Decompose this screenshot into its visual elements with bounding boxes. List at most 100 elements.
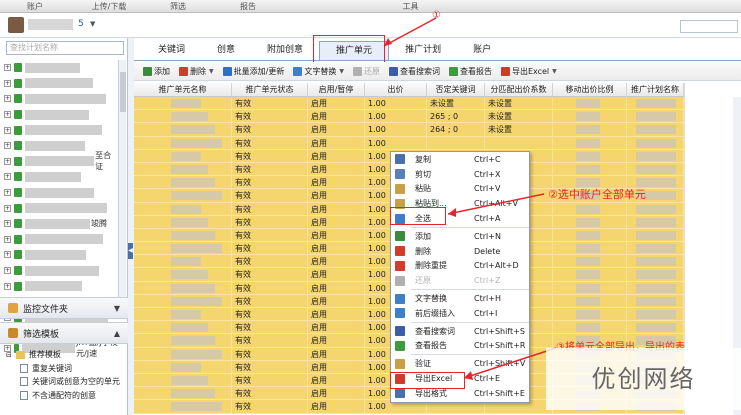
toolbar-label: 删除: [190, 66, 206, 76]
context-menu-item[interactable]: 删除重提 Ctrl+Alt+D: [391, 259, 529, 274]
tab-item[interactable]: 账户: [457, 41, 507, 60]
plus-icon[interactable]: +: [4, 204, 11, 212]
tab-item[interactable]: 关键词: [142, 41, 201, 60]
collapse-icon[interactable]: ▲: [114, 329, 120, 338]
tree-item[interactable]: +: [4, 200, 118, 216]
plus-icon[interactable]: +: [4, 64, 11, 72]
plus-icon[interactable]: +: [4, 235, 11, 243]
menu-item-icon: [395, 358, 405, 369]
top-menu-item[interactable]: 筛选: [148, 0, 208, 12]
context-menu-item[interactable]: 文字替换 Ctrl+H: [391, 291, 529, 306]
plus-icon[interactable]: +: [4, 142, 11, 150]
toolbar-button[interactable]: 删除 ▼: [176, 64, 217, 79]
tree-item[interactable]: + 竣腾: [4, 216, 118, 232]
menu-item-label: 删除: [415, 246, 431, 256]
column-header[interactable]: 推广计划名称: [627, 83, 684, 96]
top-menu-item[interactable]: 账户: [0, 0, 70, 12]
redacted-text: [636, 323, 676, 333]
template-item[interactable]: 不含通配符的创意: [6, 389, 126, 403]
toolbar-button[interactable]: 批量添加/更新: [220, 64, 288, 79]
column-header[interactable]: 推广单元名称: [134, 83, 232, 96]
column-header[interactable]: 推广单元状态: [232, 83, 308, 96]
context-menu-item[interactable]: 删除 Delete: [391, 244, 529, 259]
tree-item[interactable]: +: [4, 107, 118, 123]
plan-icon: [14, 250, 22, 260]
plus-icon[interactable]: +: [4, 220, 11, 228]
plus-icon[interactable]: +: [4, 282, 11, 290]
plus-icon[interactable]: +: [4, 157, 11, 165]
collapse-arrow-icon[interactable]: ◀: [128, 243, 133, 259]
plus-icon[interactable]: +: [4, 126, 11, 134]
expand-icon[interactable]: ▼: [114, 304, 120, 313]
top-menu-item[interactable]: 上传/下载: [70, 0, 148, 12]
cell-plan-name: [627, 136, 684, 149]
plan-search-input[interactable]: 查找计划名称: [6, 41, 124, 55]
tree-item[interactable]: +: [4, 232, 118, 248]
redacted-text: [576, 323, 600, 333]
toolbar-button[interactable]: 导出Excel ▼: [498, 64, 560, 79]
tree-item[interactable]: +: [4, 185, 118, 201]
redacted-text: [171, 138, 222, 148]
tree-item[interactable]: +: [4, 247, 118, 263]
template-item[interactable]: 关键词或创意为空的单元: [6, 375, 126, 389]
minus-icon[interactable]: ⊟: [6, 351, 12, 359]
table-row[interactable]: 有效 启用 1.00 265 ; 0 未设置: [134, 110, 684, 124]
toolbar-label: 还原: [363, 66, 380, 76]
plus-icon[interactable]: +: [4, 251, 11, 259]
tree-item[interactable]: + 至合证: [4, 151, 118, 171]
tree-item[interactable]: +: [4, 278, 118, 294]
tree-item[interactable]: +: [4, 91, 118, 107]
context-menu-item[interactable]: 查看搜索词 Ctrl+Shift+S: [391, 324, 529, 339]
chevron-down-icon[interactable]: ▼: [209, 68, 214, 75]
table-row[interactable]: 有效 启用 1.00: [134, 136, 684, 150]
table-row[interactable]: 有效 启用 1.00 未设置 未设置: [134, 97, 684, 111]
toolbar-button[interactable]: 查看搜索词: [386, 64, 443, 79]
tab-item[interactable]: 创意: [201, 41, 251, 60]
tab-item[interactable]: 附加创意: [251, 41, 319, 60]
plus-icon[interactable]: +: [4, 189, 11, 197]
plus-icon[interactable]: +: [4, 95, 11, 103]
chevron-down-icon[interactable]: ▼: [552, 68, 557, 75]
column-header[interactable]: 出价: [365, 83, 427, 96]
toolbar-button[interactable]: 添加: [140, 64, 173, 79]
plus-icon[interactable]: +: [4, 79, 11, 87]
table-row[interactable]: 有效 启用 1.00 264 ; 0 未设置: [134, 123, 684, 137]
template-root[interactable]: ⊟ 推荐模板: [6, 348, 126, 362]
monitor-folder-header[interactable]: 监控文件夹 ▼: [0, 297, 128, 319]
column-header[interactable]: 分匹配出价系数: [485, 83, 553, 96]
plan-icon: [14, 188, 22, 198]
tree-item[interactable]: +: [4, 60, 118, 76]
filter-template-header[interactable]: 筛选模板 ▲: [0, 322, 128, 344]
top-search-input[interactable]: [680, 20, 738, 33]
top-menu-item[interactable]: 工具: [288, 0, 533, 12]
toolbar-button[interactable]: 文字替换 ▼: [290, 64, 347, 79]
plus-icon[interactable]: +: [4, 111, 11, 119]
redacted-text: [636, 257, 676, 267]
document-icon: [20, 390, 28, 400]
chevron-down-icon[interactable]: ▼: [339, 68, 344, 75]
column-header[interactable]: 否定关键词: [427, 83, 485, 96]
context-menu-item[interactable]: 添加 Ctrl+N: [391, 229, 529, 244]
column-header[interactable]: 启用/暂停: [308, 83, 365, 96]
toolbar-button[interactable]: 查看报告: [446, 64, 495, 79]
tree-scrollbar[interactable]: [118, 60, 126, 310]
cell-mobile-ratio: [553, 215, 627, 228]
context-menu-item[interactable]: 剪切 Ctrl+X: [391, 167, 529, 182]
context-menu-item[interactable]: 复制 Ctrl+C: [391, 152, 529, 167]
redacted-text: [171, 164, 208, 174]
tree-item[interactable]: +: [4, 263, 118, 279]
plus-icon[interactable]: +: [4, 267, 11, 275]
column-header[interactable]: 移动出价比例: [553, 83, 627, 96]
top-menu-item[interactable]: 报告: [208, 0, 288, 12]
tree-item[interactable]: +: [4, 76, 118, 92]
context-menu-item[interactable]: 前后缀插入 Ctrl+I: [391, 306, 529, 321]
cell-plan-name: [627, 308, 684, 321]
template-item[interactable]: 重复关键词: [6, 362, 126, 376]
menu-item-shortcut: Ctrl+Shift+S: [474, 326, 525, 336]
plus-icon[interactable]: +: [4, 173, 11, 181]
redacted-text: [576, 164, 600, 174]
plan-name-redacted: [25, 234, 103, 245]
table-cell: 有效: [232, 215, 308, 228]
chevron-down-icon[interactable]: ▼: [90, 20, 95, 28]
tree-item[interactable]: +: [4, 122, 118, 138]
